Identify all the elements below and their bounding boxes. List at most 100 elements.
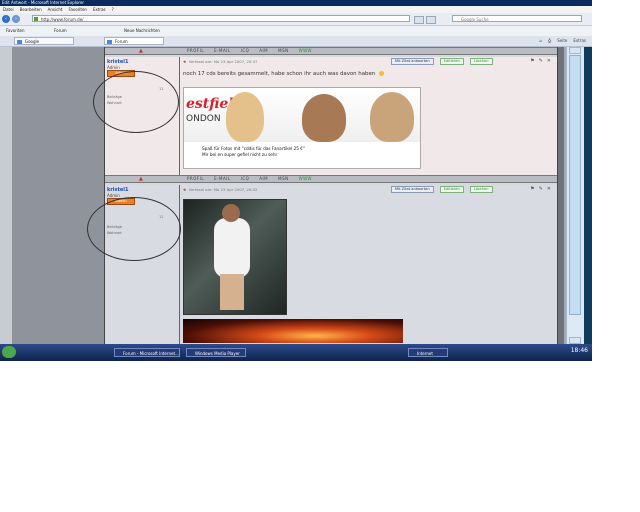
page-icon <box>34 17 38 21</box>
post-photo <box>183 199 287 315</box>
toolbar-right: ⌂ ⎙ Seite Extras <box>539 37 586 45</box>
post-action-bar: ▲ PROFIL E-MAIL ICQ AIM MSN WWW <box>105 47 557 55</box>
annotation-circle <box>93 71 179 133</box>
taskbar-item-media[interactable]: Windows Media Player <box>186 348 246 357</box>
profile-buttons: PROFIL E-MAIL ICQ AIM MSN WWW <box>187 176 312 182</box>
profile-button[interactable]: PROFIL <box>187 176 204 182</box>
delete-button[interactable]: Löschen <box>469 58 493 65</box>
forum-post: kristel1 Admin Admin 12 Beiträge Wohnort… <box>93 57 557 175</box>
photo-city-text: ONDON <box>186 114 221 124</box>
post-meta: ◂ Verfasst am: Mo 23 Apr 2007, 20:47 <box>183 59 257 65</box>
forum-thread: ▲ PROFIL E-MAIL ICQ AIM MSN WWW kristel1… <box>87 47 558 344</box>
page-right-column <box>558 47 564 344</box>
tab-row: Google Forum ⌂ ⎙ Seite Extras <box>0 36 592 47</box>
quote-button[interactable]: Mit Zitat antworten <box>391 186 434 193</box>
favorite-link-forum[interactable]: Forum <box>54 26 67 36</box>
taskbar-item-internet[interactable]: Internet <box>408 348 448 357</box>
address-bar[interactable]: http://www.forum.de/ <box>32 15 410 22</box>
photo-person-legs <box>220 274 244 310</box>
post-user-panel: kristel1 Admin Admin 12 Beiträge Wohnort <box>93 57 180 175</box>
page-viewport: ▲ PROFIL E-MAIL ICQ AIM MSN WWW kristel1… <box>0 47 592 344</box>
msn-button[interactable]: MSN <box>278 176 288 182</box>
icq-button[interactable]: ICQ <box>241 176 250 182</box>
favorites-bar: Favoriten Forum Neue Nachrichten <box>0 26 592 36</box>
scroll-thumb[interactable] <box>569 55 581 315</box>
back-button[interactable]: ‹ <box>2 15 10 23</box>
tab-forum[interactable]: Forum <box>104 37 164 45</box>
photo-person-3 <box>370 92 414 142</box>
home-icon[interactable]: ⌂ <box>539 37 542 45</box>
photo-caption: Spaß für Fotos mit "cddis für das Fanart… <box>202 146 305 158</box>
post-icon: ◂ <box>183 59 186 65</box>
close-icon[interactable]: ✕ <box>547 186 551 192</box>
tools-menu[interactable]: Extras <box>573 37 586 45</box>
edit-icon[interactable]: ✎ <box>539 58 543 64</box>
windows-taskbar: Forum - Microsoft Internet... Windows Me… <box>0 344 592 361</box>
tab-label: Google <box>25 39 40 44</box>
profile-button[interactable]: PROFIL <box>187 48 204 54</box>
edit-button[interactable]: Editieren <box>439 58 464 65</box>
photo-person-1 <box>226 92 264 142</box>
top-arrow-icon[interactable]: ▲ <box>139 176 143 182</box>
post-icons: ⚑ ✎ ✕ <box>530 186 551 192</box>
email-button[interactable]: E-MAIL <box>214 176 231 182</box>
menu-item-file[interactable]: Datei <box>3 6 14 13</box>
icq-button[interactable]: ICQ <box>241 48 250 54</box>
scroll-down-button[interactable] <box>569 337 581 344</box>
profile-buttons: PROFIL E-MAIL ICQ AIM MSN WWW <box>187 48 312 54</box>
post-actions: Mit Zitat antworten Editieren Löschen <box>391 186 493 193</box>
post-icons: ⚑ ✎ ✕ <box>530 58 551 64</box>
post-timestamp: Verfasst am: Mo 23 Apr 2007, 20:52 <box>188 187 258 192</box>
page-left-margin <box>0 47 12 344</box>
close-icon[interactable]: ✕ <box>547 58 551 64</box>
menu-item-favorites[interactable]: Favoriten <box>68 6 87 13</box>
post-user-panel: kristel1 Admin Admin 12 Beiträge Wohnort <box>87 185 181 344</box>
post-text: noch 17 cds bereits gesammelt, habe scho… <box>183 71 384 77</box>
delete-button[interactable]: Löschen <box>469 186 493 193</box>
address-row: ‹ › http://www.forum.de/ Google Suche <box>0 13 592 26</box>
tab-favicon <box>17 40 22 44</box>
post-body: ◂ Verfasst am: Mo 23 Apr 2007, 20:47 Mit… <box>181 57 557 175</box>
page-menu[interactable]: Seite <box>557 37 567 45</box>
report-icon[interactable]: ⚑ <box>530 58 534 64</box>
tab-label: Forum <box>115 39 128 44</box>
window-title: Edit Antwort - Microsoft Internet Explor… <box>2 0 85 5</box>
post-photo: estfield ONDON Spaß für Fotos mit "cddis… <box>183 87 421 169</box>
forward-button[interactable]: › <box>12 15 20 23</box>
www-button[interactable]: WWW <box>299 48 312 54</box>
menu-item-help[interactable]: ? <box>112 6 114 13</box>
menu-item-view[interactable]: Ansicht <box>48 6 63 13</box>
quote-button[interactable]: Mit Zitat antworten <box>391 58 434 65</box>
forum-post: kristel1 Admin Admin 12 Beiträge Wohnort… <box>87 185 557 344</box>
top-arrow-icon[interactable]: ▲ <box>139 48 143 54</box>
edit-icon[interactable]: ✎ <box>539 186 543 192</box>
msn-button[interactable]: MSN <box>278 48 288 54</box>
email-button[interactable]: E-MAIL <box>214 48 231 54</box>
scroll-up-button[interactable] <box>569 47 581 54</box>
vertical-scrollbar[interactable] <box>566 47 585 344</box>
menu-item-tools[interactable]: Extras <box>93 6 106 13</box>
aim-button[interactable]: AIM <box>259 48 268 54</box>
post-body: ◂ Verfasst am: Mo 23 Apr 2007, 20:52 Mit… <box>181 185 557 344</box>
post-action-bar: ▲ PROFIL E-MAIL ICQ AIM MSN WWW <box>105 175 557 183</box>
caption-line-2: Mir bei en super gefiel nicht zu sehr <box>202 152 278 157</box>
favorite-link-news[interactable]: Neue Nachrichten <box>124 26 160 36</box>
edit-button[interactable]: Editieren <box>439 186 464 193</box>
taskbar-item-browser[interactable]: Forum - Microsoft Internet... <box>114 348 180 357</box>
start-button[interactable] <box>2 346 16 358</box>
desktop-screenshot: Edit Antwort - Microsoft Internet Explor… <box>0 0 592 361</box>
print-icon[interactable]: ⎙ <box>548 37 551 45</box>
refresh-button[interactable] <box>414 16 424 24</box>
stop-button[interactable] <box>426 16 436 24</box>
search-input[interactable]: Google Suche <box>452 15 582 22</box>
report-icon[interactable]: ⚑ <box>530 186 534 192</box>
tab-favicon <box>107 40 112 44</box>
aim-button[interactable]: AIM <box>259 176 268 182</box>
post-meta: ◂ Verfasst am: Mo 23 Apr 2007, 20:52 <box>183 187 257 193</box>
post-timestamp: Verfasst am: Mo 23 Apr 2007, 20:47 <box>188 59 258 64</box>
post-text-content: noch 17 cds bereits gesammelt, habe scho… <box>183 71 376 77</box>
www-button[interactable]: WWW <box>299 176 312 182</box>
tab-google[interactable]: Google <box>14 37 74 45</box>
favorites-label[interactable]: Favoriten <box>6 26 25 36</box>
menu-item-edit[interactable]: Bearbeiten <box>20 6 42 13</box>
